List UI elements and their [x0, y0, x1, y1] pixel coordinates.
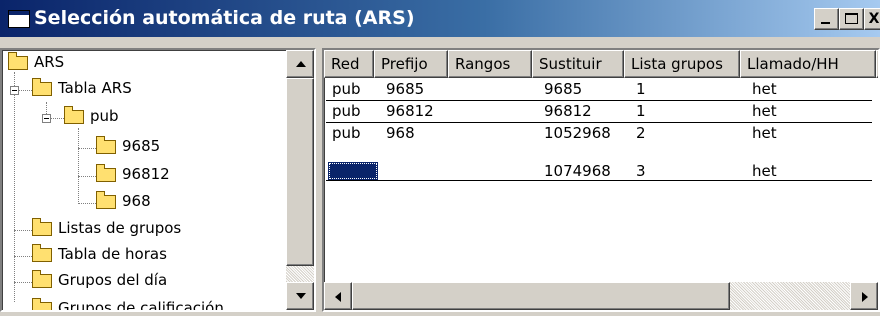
maximize-button[interactable]: [839, 8, 864, 30]
cell-sustituir: 9685: [544, 80, 583, 98]
tree-line: [14, 282, 32, 283]
window-app-icon[interactable]: [8, 10, 30, 28]
column-header-prefijo[interactable]: Prefijo: [374, 50, 448, 78]
cell-sustituir: 96812: [544, 102, 592, 120]
cell-llamado: het: [752, 80, 777, 98]
collapse-icon[interactable]: [42, 114, 51, 123]
tree-vertical-scrollbar[interactable]: [286, 50, 314, 310]
cell-sustituir: 1074968: [544, 162, 611, 180]
tree-node-label: ARS: [34, 53, 65, 71]
tree-line: [14, 72, 15, 302]
cell-llamado: het: [752, 162, 777, 180]
tree-node-label: pub: [90, 107, 119, 125]
folder-icon: [32, 298, 52, 310]
tree-node-label: Tabla ARS: [58, 79, 132, 97]
list-horizontal-scrollbar[interactable]: [324, 282, 878, 310]
tree-line: [78, 203, 96, 204]
cell-prefijo: 96812: [386, 102, 434, 120]
column-header-row: Red Prefijo Rangos Sustituir Lista grupo…: [324, 50, 878, 78]
arrow-right-icon: [862, 292, 868, 302]
tree-node-label: Grupos de calificación: [58, 299, 224, 312]
scroll-up-button[interactable]: [286, 50, 314, 78]
column-header-sustituir[interactable]: Sustituir: [532, 50, 624, 78]
column-header-extra[interactable]: [876, 50, 878, 78]
cell-llamado: het: [752, 124, 777, 142]
window-title: Selección automática de ruta (ARS): [34, 7, 415, 29]
cell-sustituir: 1052968: [544, 124, 611, 142]
minimize-button[interactable]: [814, 8, 839, 30]
folder-open-icon: [32, 78, 52, 96]
folder-icon: [96, 191, 116, 209]
arrow-down-icon: [296, 293, 306, 299]
tree-line: [14, 230, 32, 231]
close-button[interactable]: X: [864, 8, 880, 30]
tree-line: [78, 148, 96, 149]
cell-lista: 2: [636, 124, 646, 142]
cell-lista: 3: [636, 162, 646, 180]
folder-icon: [32, 218, 52, 236]
arrow-up-icon: [296, 61, 306, 67]
tree-node-label: 9685: [122, 137, 161, 155]
scroll-thumb[interactable]: [352, 282, 730, 310]
tree-node-label: Grupos del día: [58, 271, 168, 289]
cell-prefijo: 9685: [386, 80, 425, 98]
collapse-icon[interactable]: [10, 86, 19, 95]
row-divider: [326, 180, 872, 181]
folder-icon: [32, 244, 52, 262]
row-divider: [326, 100, 872, 101]
selected-edit-cell[interactable]: [328, 162, 378, 180]
tree-node-label: 96812: [122, 165, 170, 183]
folder-icon: [8, 52, 28, 70]
arrow-left-icon: [335, 292, 341, 302]
cell-lista: 1: [636, 102, 646, 120]
scroll-down-button[interactable]: [286, 282, 314, 310]
cell-prefijo: 968: [386, 124, 415, 142]
tree-line: [78, 176, 96, 177]
folder-icon: [96, 136, 116, 154]
tree-pane: ARS Tabla ARS pub 9685 96812 968 Listas …: [0, 48, 316, 312]
tree-node-label: 968: [122, 192, 151, 210]
cell-lista: 1: [636, 80, 646, 98]
ars-tree: ARS Tabla ARS pub 9685 96812 968 Listas …: [2, 50, 286, 310]
tree-line: [14, 256, 32, 257]
cell-llamado: het: [752, 102, 777, 120]
tree-node-label: Tabla de horas: [58, 245, 167, 263]
tree-line: [78, 128, 79, 204]
list-pane: Red Prefijo Rangos Sustituir Lista grupo…: [322, 48, 880, 312]
tree-node-label: Listas de grupos: [58, 219, 182, 237]
maximize-icon: [845, 13, 858, 24]
folder-open-icon: [64, 106, 84, 124]
folder-icon: [96, 164, 116, 182]
minimize-icon: [821, 22, 830, 24]
row-divider: [326, 122, 872, 123]
scroll-thumb[interactable]: [286, 78, 314, 266]
close-icon: X: [868, 11, 880, 27]
ars-window: Selección automática de ruta (ARS) X ARS…: [0, 0, 880, 316]
cell-red: pub: [332, 80, 361, 98]
column-header-llamado[interactable]: Llamado/HH: [740, 50, 876, 78]
cell-red: pub: [332, 102, 361, 120]
column-header-lista-grupos[interactable]: Lista grupos: [624, 50, 740, 78]
column-header-red[interactable]: Red: [324, 50, 374, 78]
scroll-right-button[interactable]: [850, 282, 878, 310]
title-bar[interactable]: Selección automática de ruta (ARS) X: [0, 0, 880, 38]
folder-icon: [32, 270, 52, 288]
scroll-left-button[interactable]: [324, 282, 352, 310]
column-header-rangos[interactable]: Rangos: [448, 50, 532, 78]
cell-red: pub: [332, 124, 361, 142]
